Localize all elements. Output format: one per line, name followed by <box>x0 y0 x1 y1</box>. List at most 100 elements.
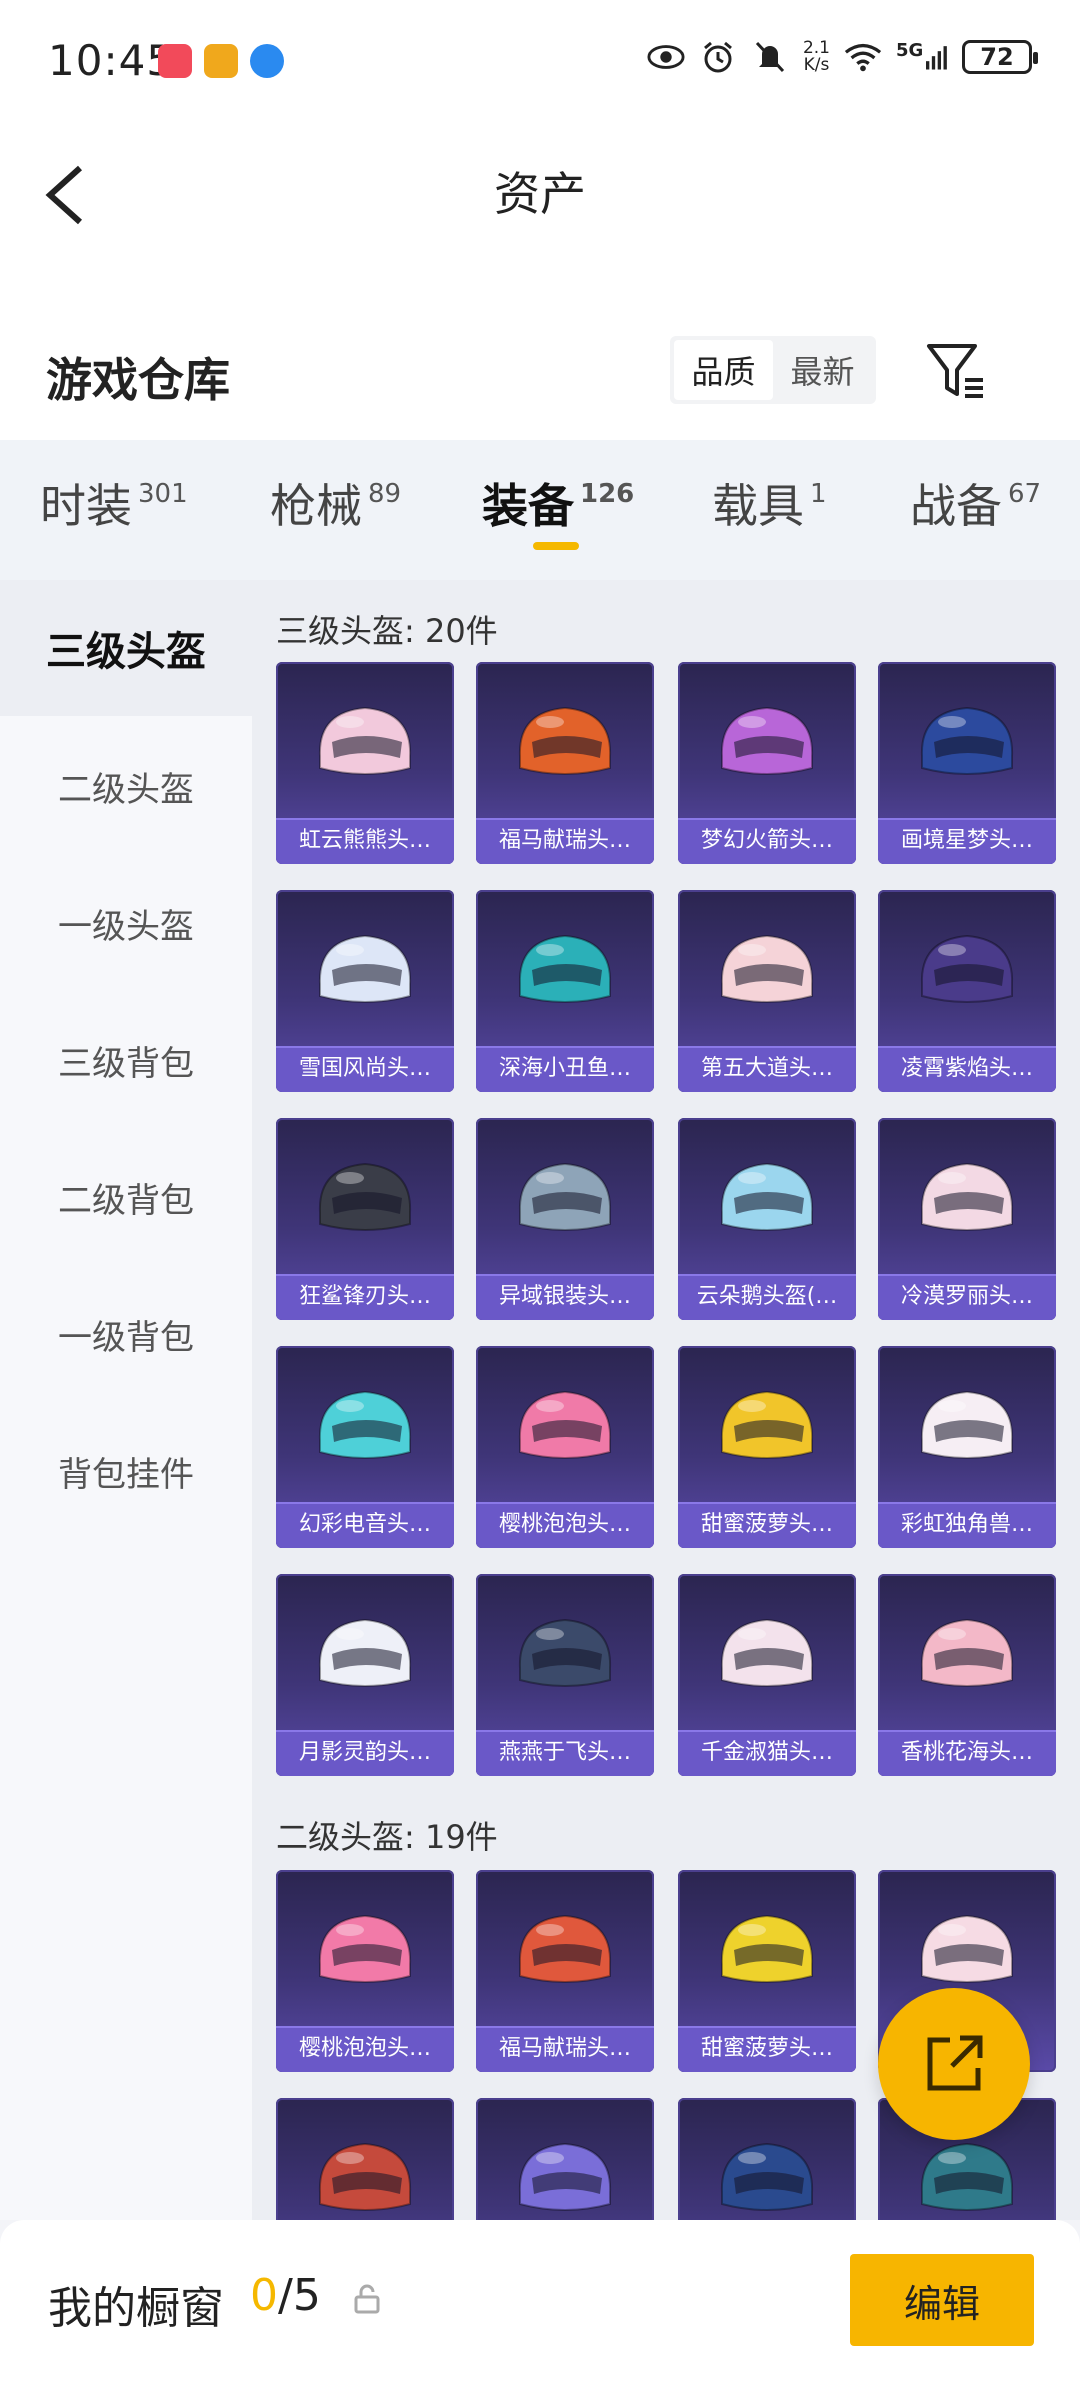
item-grid: 三级头盔: 20件 二级头盔: 19件 虹云熊熊头… 福马献瑞头… 梦幻火箭头… 画境… <box>252 580 1080 2220</box>
item-name: 虹云熊熊头… <box>276 818 454 864</box>
sidebar-item-backpack-charm[interactable]: 背包挂件 <box>0 1403 252 1539</box>
sidebar-item-level2-backpack[interactable]: 二级背包 <box>0 1129 252 1265</box>
sidebar-item-level3-helmet[interactable]: 三级头盔 <box>0 580 252 716</box>
app-header: 资产 <box>0 120 1080 320</box>
tab-supplies[interactable]: 战备 67 <box>910 470 1041 536</box>
item-card[interactable]: 彩虹独角兽… <box>878 1346 1056 1548</box>
helmet-icon <box>318 2142 412 2211</box>
helmet-icon <box>720 706 814 775</box>
item-name: 甜蜜菠萝头… <box>678 2026 856 2072</box>
warehouse-title: 游戏仓库 <box>46 353 230 407</box>
item-card[interactable]: 冷漠罗丽头… <box>878 1118 1056 1320</box>
tab-count: 67 <box>1008 479 1042 509</box>
item-card[interactable]: 樱桃泡泡头… <box>476 1346 654 1548</box>
helmet-icon <box>720 1390 814 1459</box>
item-name: 甜蜜菠萝头… <box>678 1502 856 1548</box>
showcase-count-current: 0 <box>250 2270 278 2321</box>
showcase-label: 我的橱窗 <box>48 2283 224 2334</box>
item-card[interactable] <box>476 2098 654 2220</box>
helmet-icon <box>920 1618 1014 1687</box>
item-name: 狂鲨锋刃头… <box>276 1274 454 1320</box>
helmet-icon <box>720 1618 814 1687</box>
item-name: 冷漠罗丽头… <box>878 1274 1056 1320</box>
helmet-icon <box>318 1162 412 1231</box>
item-card[interactable]: 幻彩电音头… <box>276 1346 454 1548</box>
item-card[interactable]: 甜蜜菠萝头… <box>678 1870 856 2072</box>
active-tab-indicator <box>533 542 579 550</box>
helmet-icon <box>318 1618 412 1687</box>
sort-toggle: 品质 最新 <box>670 336 876 404</box>
item-card[interactable]: 香桃花海头… <box>878 1574 1056 1776</box>
tab-label: 枪械 <box>270 479 362 533</box>
item-card[interactable]: 月影灵韵头… <box>276 1574 454 1776</box>
helmet-icon <box>518 1390 612 1459</box>
item-card[interactable]: 深海小丑鱼… <box>476 890 654 1092</box>
helmet-icon <box>920 934 1014 1003</box>
helmet-icon <box>318 1914 412 1983</box>
helmet-icon <box>720 1162 814 1231</box>
item-name: 樱桃泡泡头… <box>476 1502 654 1548</box>
item-name: 幻彩电音头… <box>276 1502 454 1548</box>
item-card[interactable]: 雪国风尚头… <box>276 890 454 1092</box>
edit-button[interactable]: 编辑 <box>850 2254 1034 2346</box>
item-card[interactable] <box>276 2098 454 2220</box>
item-card[interactable]: 云朵鹅头盔(… <box>678 1118 856 1320</box>
item-card[interactable]: 福马献瑞头… <box>476 1870 654 2072</box>
sidebar-item-level1-helmet[interactable]: 一级头盔 <box>0 855 252 991</box>
sidebar-item-level2-helmet[interactable]: 二级头盔 <box>0 718 252 854</box>
item-card[interactable]: 凌霄紫焰头… <box>878 890 1056 1092</box>
item-name: 福马献瑞头… <box>476 818 654 864</box>
subcategory-sidebar: 三级头盔 二级头盔 一级头盔 三级背包 二级背包 一级背包 背包挂件 <box>0 580 252 2220</box>
helmet-icon <box>720 934 814 1003</box>
showcase-bar: 我的橱窗 0/5 编辑 <box>0 2220 1080 2382</box>
showcase-count-total: /5 <box>278 2270 321 2321</box>
helmet-icon <box>518 1162 612 1231</box>
helmet-icon <box>920 1390 1014 1459</box>
helmet-icon <box>518 2142 612 2211</box>
helmet-icon <box>720 2142 814 2211</box>
item-card[interactable]: 画境星梦头… <box>878 662 1056 864</box>
item-name: 福马献瑞头… <box>476 2026 654 2072</box>
item-card[interactable]: 梦幻火箭头… <box>678 662 856 864</box>
helmet-icon <box>318 706 412 775</box>
item-name: 千金淑猫头… <box>678 1730 856 1776</box>
tab-label: 战备 <box>910 479 1002 533</box>
item-card[interactable]: 千金淑猫头… <box>678 1574 856 1776</box>
tab-firearms[interactable]: 枪械 89 <box>270 470 401 536</box>
group-heading: 二级头盔: 19件 <box>276 1818 498 1856</box>
item-card[interactable]: 樱桃泡泡头… <box>276 1870 454 2072</box>
item-name: 香桃花海头… <box>878 1730 1056 1776</box>
status-time: 10:45 <box>48 36 175 85</box>
category-tabs: 时装 301 枪械 89 装备 126 载具 1 战备 67 <box>0 440 1080 580</box>
item-name: 异域银装头… <box>476 1274 654 1320</box>
item-card[interactable]: 第五大道头… <box>678 890 856 1092</box>
item-card[interactable]: 异域银装头… <box>476 1118 654 1320</box>
tab-fashion[interactable]: 时装 301 <box>40 470 188 536</box>
item-card[interactable]: 甜蜜菠萝头… <box>678 1346 856 1548</box>
lock-icon <box>352 2284 382 2314</box>
tab-label: 装备 <box>482 479 574 533</box>
item-name: 云朵鹅头盔(… <box>678 1274 856 1320</box>
share-button[interactable] <box>878 1988 1030 2140</box>
signal-icon: 5G <box>896 40 948 74</box>
tab-label: 时装 <box>40 479 132 533</box>
helmet-icon <box>318 934 412 1003</box>
item-name: 月影灵韵头… <box>276 1730 454 1776</box>
item-card[interactable] <box>678 2098 856 2220</box>
net-speed-unit: K/s <box>803 55 830 75</box>
sidebar-item-level1-backpack[interactable]: 一级背包 <box>0 1266 252 1402</box>
sort-option-latest[interactable]: 最新 <box>773 340 872 400</box>
item-card[interactable]: 燕燕于飞头… <box>476 1574 654 1776</box>
sidebar-item-level3-backpack[interactable]: 三级背包 <box>0 992 252 1128</box>
item-card[interactable]: 狂鲨锋刃头… <box>276 1118 454 1320</box>
filter-button[interactable] <box>925 340 989 404</box>
sort-option-quality[interactable]: 品质 <box>674 340 773 400</box>
battery-indicator: 72 <box>962 40 1038 74</box>
tab-vehicles[interactable]: 载具 1 <box>712 470 827 536</box>
item-card[interactable]: 虹云熊熊头… <box>276 662 454 864</box>
filter-icon <box>927 344 983 398</box>
item-name: 凌霄紫焰头… <box>878 1046 1056 1092</box>
status-bar: 10:45 2.1 K/s 5G 72 <box>0 0 1080 120</box>
item-card[interactable]: 福马献瑞头… <box>476 662 654 864</box>
tab-equipment[interactable]: 装备 126 <box>482 470 634 536</box>
